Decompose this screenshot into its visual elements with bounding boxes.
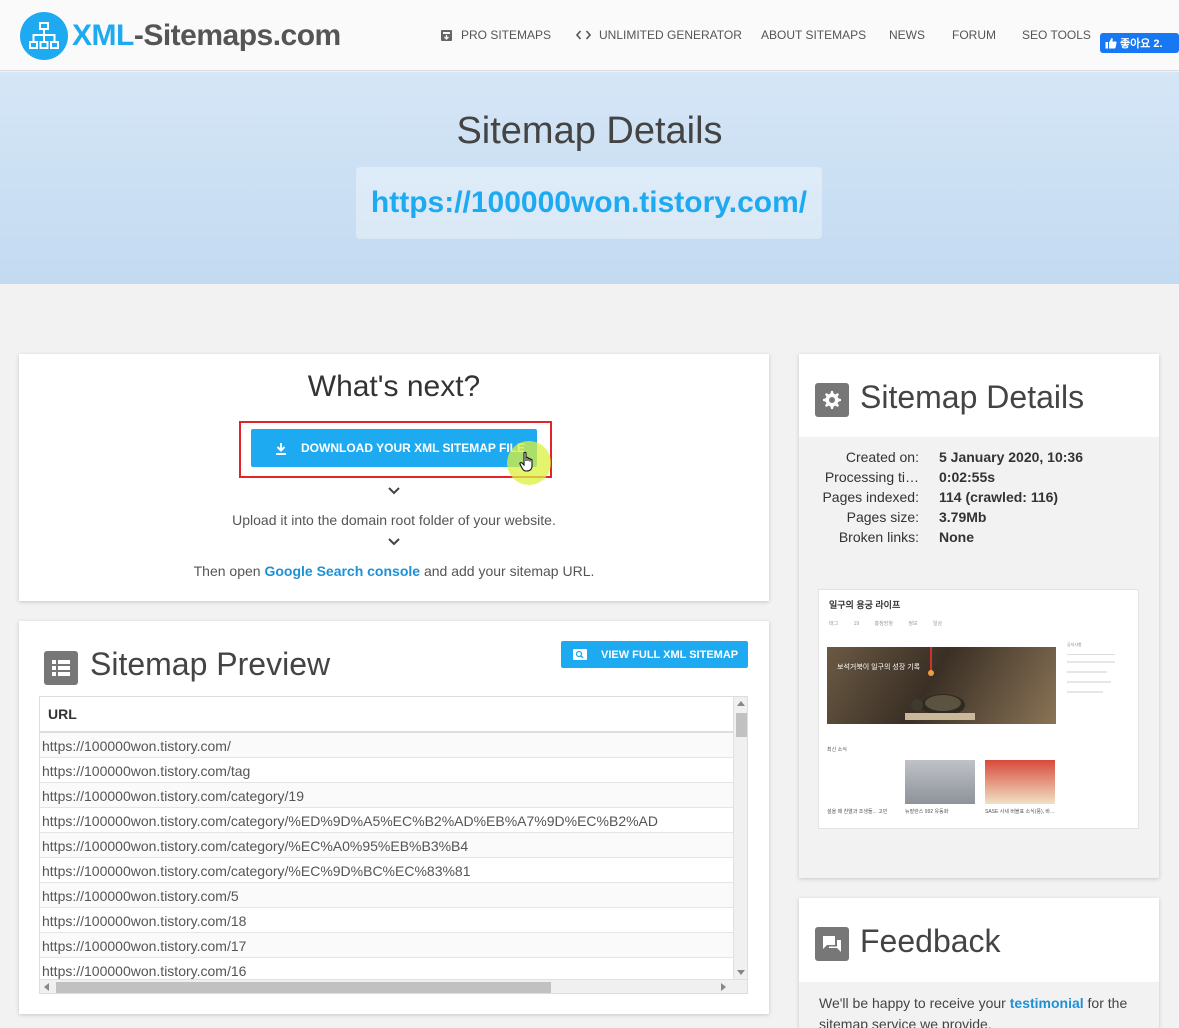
horizontal-scrollbar[interactable] <box>40 979 747 993</box>
table-row[interactable]: https://100000won.tistory.com/category/1… <box>40 783 733 808</box>
detail-value: 5 January 2020, 10:36 <box>939 449 1083 465</box>
nav-about-sitemaps[interactable]: ABOUT SITEMAPS <box>761 28 866 42</box>
search-console-instruction: Then open Google Search console and add … <box>19 563 769 579</box>
thumbnail-hero-image: 보석거북이 일구의 성장 기록 <box>827 647 1056 724</box>
whats-next-panel: What's next? DOWNLOAD YOUR XML SITEMAP F… <box>19 354 769 601</box>
sitemap-details-panel: Sitemap Details Created on: 5 January 202… <box>799 354 1159 878</box>
table-row[interactable]: https://100000won.tistory.com/category/%… <box>40 858 733 883</box>
nav-news[interactable]: NEWS <box>889 28 925 42</box>
instruction-prefix: Then open <box>193 563 265 579</box>
feeding-tongs-image <box>928 647 934 676</box>
detail-value: 114 (crawled: 116) <box>939 489 1059 505</box>
detail-label: Processing ti… <box>824 469 919 485</box>
nav-unlimited-generator[interactable]: UNLIMITED GENERATOR <box>576 28 742 42</box>
view-full-sitemap-button[interactable]: VIEW FULL XML SITEMAP <box>561 641 748 668</box>
hero-banner: Sitemap Details https://100000won.tistor… <box>0 72 1179 284</box>
instruction-suffix: and add your sitemap URL. <box>420 563 595 579</box>
gear-icon <box>815 383 849 417</box>
table-row[interactable]: https://100000won.tistory.com/tag <box>40 758 733 783</box>
site-url[interactable]: https://100000won.tistory.com/ <box>356 167 822 239</box>
detail-value: None <box>939 529 974 545</box>
vertical-scrollbar[interactable] <box>733 697 747 979</box>
table-row[interactable]: https://100000won.tistory.com/18 <box>40 908 733 933</box>
site-header: XML-Sitemaps.com PRO SITEMAPS UNLIMITED … <box>0 0 1179 71</box>
detail-row: Created on: 5 January 2020, 10:36 <box>799 449 1159 469</box>
hand-cursor-icon <box>519 451 533 472</box>
google-search-console-link[interactable]: Google Search console <box>264 563 420 579</box>
site-thumbnail[interactable]: 일구의 용궁 라이프 태그 19 흥청망청 정보 일상 보석거북이 일구의 성장… <box>818 589 1139 829</box>
thumbs-up-icon <box>1105 38 1117 49</box>
detail-row: Pages indexed: 114 (crawled: 116) <box>799 489 1159 509</box>
scroll-thumb[interactable] <box>736 713 747 737</box>
table-row[interactable]: https://100000won.tistory.com/17 <box>40 933 733 958</box>
url-column-header: URL <box>40 697 733 733</box>
chevron-down-icon <box>388 538 400 546</box>
box-icon <box>441 29 452 41</box>
thumbnail-section-label: 최신 소식 <box>827 747 847 753</box>
detail-row: Pages size: 3.79Mb <box>799 509 1159 529</box>
testimonial-link[interactable]: testimonial <box>1010 995 1084 1011</box>
upload-instruction: Upload it into the domain root folder of… <box>232 512 556 528</box>
nav-label: FORUM <box>952 28 996 42</box>
url-table: URL https://100000won.tistory.com/https:… <box>39 696 748 994</box>
nav-label: SEO TOOLS <box>1022 28 1091 42</box>
thumbnail-site-title: 일구의 용궁 라이프 <box>829 600 901 610</box>
nav-forum[interactable]: FORUM <box>952 28 996 42</box>
thumbnail-hero-text: 보석거북이 일구의 성장 기록 <box>837 664 921 671</box>
detail-value: 3.79Mb <box>939 509 987 525</box>
nav-pro-sitemaps[interactable]: PRO SITEMAPS <box>440 28 551 42</box>
scroll-down-arrow[interactable] <box>737 970 745 975</box>
nav-label: UNLIMITED GENERATOR <box>599 28 742 42</box>
detail-row: Broken links: None <box>799 529 1159 549</box>
download-label: DOWNLOAD YOUR XML SITEMAP FILE <box>301 441 526 455</box>
thumbnail-side-heading: 공지사항 <box>1067 642 1082 647</box>
turtle-image <box>905 694 975 720</box>
search-icon <box>573 649 587 660</box>
nav-label: NEWS <box>889 28 925 42</box>
feedback-prefix: We'll be happy to receive your <box>819 995 1010 1011</box>
detail-label: Pages indexed: <box>822 489 919 505</box>
table-row[interactable]: https://100000won.tistory.com/category/%… <box>40 808 733 833</box>
thumbnail-snack-image <box>985 760 1055 804</box>
thumbnail-nav: 태그 19 흥청망청 정보 일상 <box>829 621 943 627</box>
feedback-title: Feedback <box>860 923 1001 959</box>
thumbnail-sneaker-image <box>905 760 975 804</box>
feedback-text: We'll be happy to receive your testimoni… <box>819 993 1149 1028</box>
feedback-panel: Feedback We'll be happy to receive your … <box>799 898 1159 1028</box>
table-row[interactable]: https://100000won.tistory.com/ <box>40 733 733 758</box>
thumbnail-caption: SASE 사세 버블표 소식(풍), 바... <box>985 809 1055 815</box>
thumbnail-caption: 뉴발란스 992 유동화 <box>905 809 949 815</box>
code-icon <box>576 30 591 40</box>
like-label: 좋아요 2. <box>1120 38 1163 50</box>
scroll-right-arrow[interactable] <box>721 983 726 991</box>
whats-next-title: What's next? <box>307 370 481 403</box>
view-button-label: VIEW FULL XML SITEMAP <box>601 648 739 661</box>
scroll-up-arrow[interactable] <box>737 701 745 706</box>
table-row[interactable]: https://100000won.tistory.com/category/%… <box>40 833 733 858</box>
nav-seo-tools[interactable]: SEO TOOLS <box>1022 28 1091 42</box>
scroll-left-arrow[interactable] <box>44 983 49 991</box>
page-title: Sitemap Details <box>456 110 723 152</box>
thumbnail-caption: 설을 때 찬열과 조생들... 고민 <box>827 809 888 815</box>
download-sitemap-button[interactable]: DOWNLOAD YOUR XML SITEMAP FILE <box>251 429 537 467</box>
scroll-thumb[interactable] <box>56 982 551 993</box>
sitemap-preview-panel: Sitemap Preview VIEW FULL XML SITEMAP UR… <box>19 621 769 1014</box>
thumbnail-sidebar: 공지사항 <box>1067 640 1133 828</box>
nav-label: ABOUT SITEMAPS <box>761 28 867 42</box>
nav-label: PRO SITEMAPS <box>461 28 552 42</box>
preview-title: Sitemap Preview <box>90 646 331 682</box>
list-icon <box>44 651 78 685</box>
details-title: Sitemap Details <box>860 379 1085 415</box>
download-icon <box>276 442 286 455</box>
detail-label: Broken links: <box>838 529 919 545</box>
table-row[interactable]: https://100000won.tistory.com/5 <box>40 883 733 908</box>
detail-label: Created on: <box>845 449 919 465</box>
main-nav: PRO SITEMAPS UNLIMITED GENERATOR ABOUT S… <box>0 28 1179 44</box>
chevron-down-icon <box>388 487 400 495</box>
detail-label: Pages size: <box>846 509 919 525</box>
detail-row: Processing ti… 0:02:55s <box>799 469 1159 489</box>
detail-value: 0:02:55s <box>939 469 996 485</box>
facebook-like-button[interactable]: 좋아요 2. <box>1100 33 1179 53</box>
chat-icon <box>815 927 849 961</box>
